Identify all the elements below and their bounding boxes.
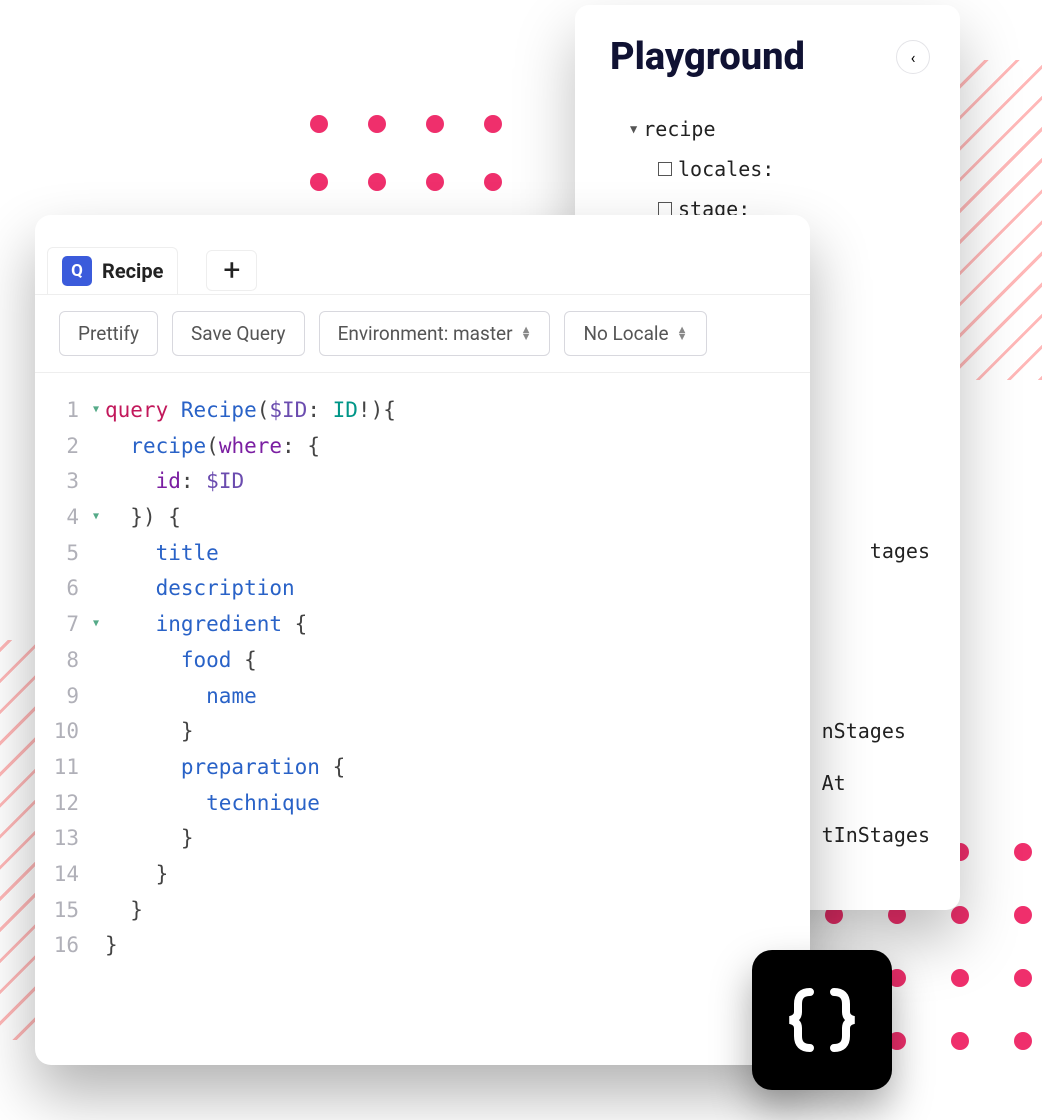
schema-tree: ▼ recipe locales: stage:	[630, 109, 925, 229]
code-line[interactable]: 7▼ ingredient {	[35, 607, 810, 643]
editor-toolbar: Prettify Save Query Environment: master …	[35, 294, 810, 373]
code-content: ingredient {	[89, 607, 307, 643]
code-line[interactable]: 1▼query Recipe($ID: ID!){	[35, 393, 810, 429]
save-query-button[interactable]: Save Query	[172, 311, 305, 356]
code-content: id: $ID	[89, 464, 244, 500]
code-line[interactable]: 9 name	[35, 679, 810, 715]
collapse-button[interactable]: ‹	[896, 40, 930, 74]
fold-triangle-icon[interactable]: ▼	[93, 401, 99, 418]
code-content: }	[89, 821, 194, 857]
partial-field: tages	[870, 525, 930, 577]
code-line[interactable]: 12 technique	[35, 786, 810, 822]
code-line[interactable]: 10 }	[35, 714, 810, 750]
dots-decoration	[310, 115, 502, 191]
code-line[interactable]: 5 title	[35, 536, 810, 572]
line-number: 13	[35, 821, 89, 857]
graphql-badge	[752, 950, 892, 1090]
code-line[interactable]: 4▼ }) {	[35, 500, 810, 536]
line-number: 11	[35, 750, 89, 786]
code-content: technique	[89, 786, 320, 822]
line-number: 16	[35, 928, 89, 964]
locale-selector[interactable]: No Locale ▲▼	[564, 311, 706, 356]
tab-label: Recipe	[102, 259, 163, 283]
code-content: title	[89, 536, 219, 572]
code-content: }	[89, 893, 143, 929]
partial-field-list: tages	[870, 525, 930, 577]
code-content: }	[89, 928, 118, 964]
partial-field: At	[822, 757, 930, 809]
checkbox-icon	[658, 162, 672, 176]
partial-field: tInStages	[822, 809, 930, 861]
partial-field-list: nStages At tInStages	[822, 705, 930, 861]
line-number: 1▼	[35, 393, 89, 429]
tree-arg-locales[interactable]: locales:	[658, 149, 925, 189]
line-number: 7▼	[35, 607, 89, 643]
line-number: 3	[35, 464, 89, 500]
plus-icon: +	[223, 253, 240, 288]
fold-triangle-icon[interactable]: ▼	[93, 508, 99, 525]
button-label: Save Query	[191, 322, 286, 345]
button-label: Prettify	[78, 322, 139, 345]
partial-field: nStages	[822, 705, 930, 757]
playground-title: Playground	[610, 35, 925, 79]
code-content: recipe(where: {	[89, 429, 320, 465]
sort-arrows-icon: ▲▼	[521, 327, 532, 340]
line-number: 5	[35, 536, 89, 572]
line-number: 12	[35, 786, 89, 822]
tab-recipe[interactable]: Q Recipe	[47, 247, 178, 294]
code-line[interactable]: 16}	[35, 928, 810, 964]
line-number: 6	[35, 571, 89, 607]
code-content: preparation {	[89, 750, 345, 786]
code-editor[interactable]: 1▼query Recipe($ID: ID!){2 recipe(where:…	[35, 373, 810, 1065]
checkbox-icon	[658, 202, 672, 216]
code-line[interactable]: 2 recipe(where: {	[35, 429, 810, 465]
query-editor-panel: Q Recipe + Prettify Save Query Environme…	[35, 215, 810, 1065]
environment-selector[interactable]: Environment: master ▲▼	[319, 311, 551, 356]
triangle-down-icon: ▼	[630, 117, 637, 141]
line-number: 10	[35, 714, 89, 750]
braces-icon	[782, 980, 862, 1060]
fold-triangle-icon[interactable]: ▼	[93, 615, 99, 632]
tab-bar: Q Recipe +	[35, 215, 810, 294]
query-type-badge: Q	[62, 256, 92, 286]
code-content: }) {	[89, 500, 181, 536]
button-label: Environment: master	[338, 322, 513, 345]
tree-node-recipe[interactable]: ▼ recipe	[630, 109, 925, 149]
tree-node-label: recipe	[643, 109, 715, 149]
sort-arrows-icon: ▲▼	[677, 327, 688, 340]
line-number: 2	[35, 429, 89, 465]
code-line[interactable]: 15 }	[35, 893, 810, 929]
line-number: 9	[35, 679, 89, 715]
code-line[interactable]: 14 }	[35, 857, 810, 893]
code-line[interactable]: 3 id: $ID	[35, 464, 810, 500]
code-content: name	[89, 679, 257, 715]
chevron-left-icon: ‹	[911, 48, 916, 67]
code-line[interactable]: 13 }	[35, 821, 810, 857]
line-number: 14	[35, 857, 89, 893]
code-line[interactable]: 8 food {	[35, 643, 810, 679]
button-label: No Locale	[583, 322, 668, 345]
prettify-button[interactable]: Prettify	[59, 311, 158, 356]
code-line[interactable]: 6 description	[35, 571, 810, 607]
line-number: 15	[35, 893, 89, 929]
code-content: query Recipe($ID: ID!){	[89, 393, 396, 429]
tree-arg-label: locales:	[678, 149, 774, 189]
code-content: }	[89, 714, 194, 750]
code-content: description	[89, 571, 295, 607]
add-tab-button[interactable]: +	[206, 250, 257, 291]
code-content: food {	[89, 643, 257, 679]
code-content: }	[89, 857, 168, 893]
line-number: 4▼	[35, 500, 89, 536]
line-number: 8	[35, 643, 89, 679]
code-line[interactable]: 11 preparation {	[35, 750, 810, 786]
